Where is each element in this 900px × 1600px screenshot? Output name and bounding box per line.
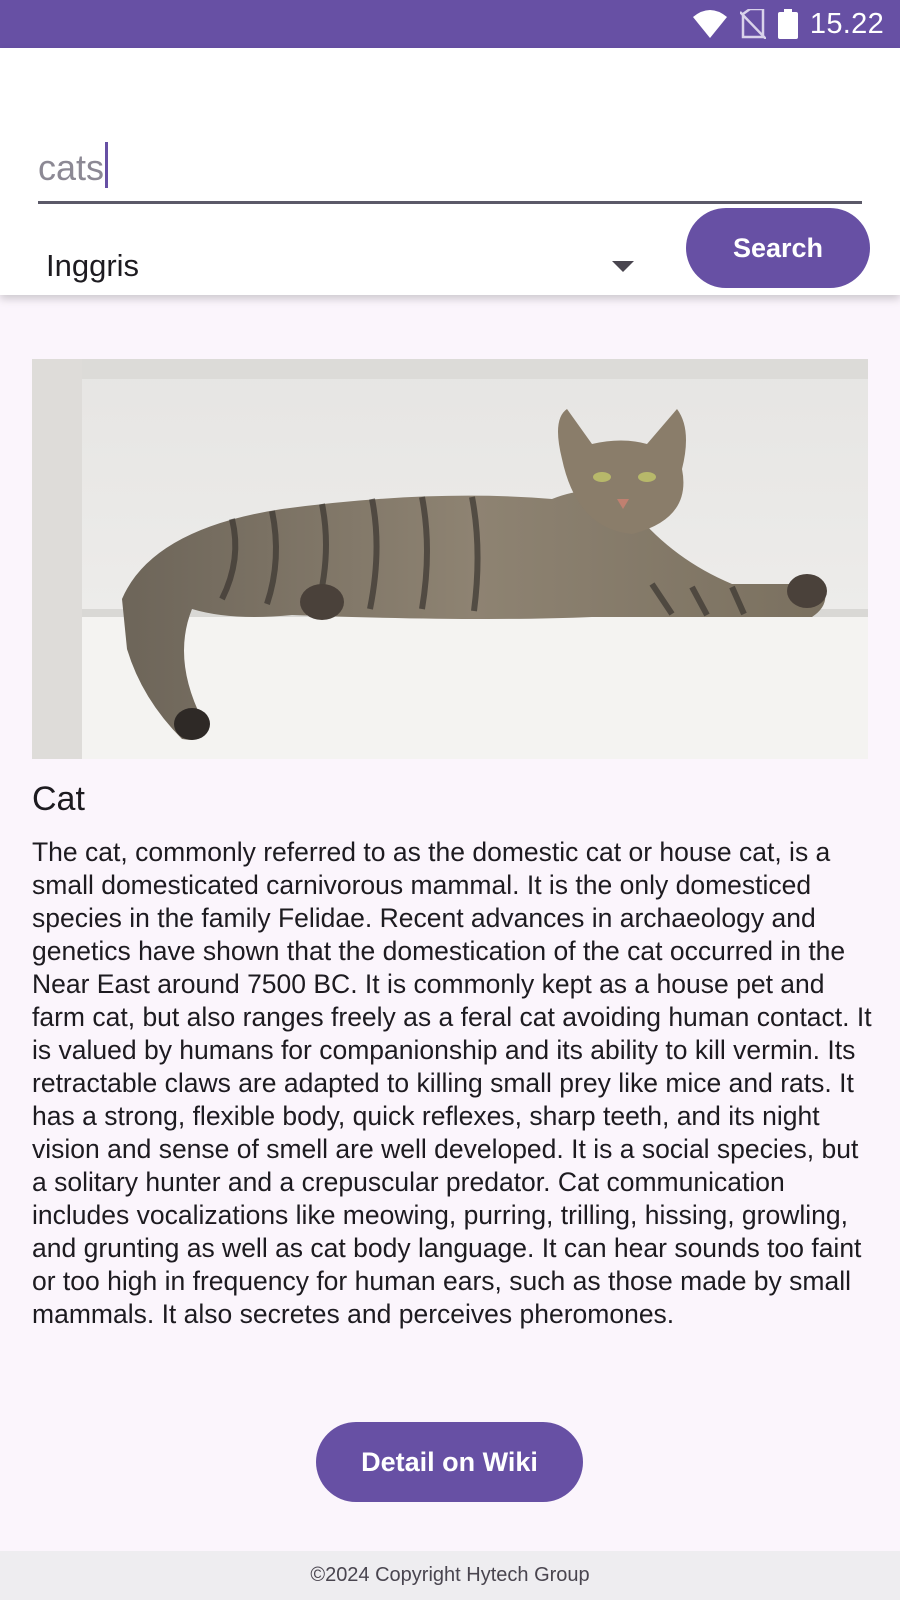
- search-button[interactable]: Search: [686, 208, 870, 288]
- copyright-text: ©2024 Copyright Hytech Group: [310, 1564, 590, 1586]
- status-bar: 15.22: [0, 0, 900, 48]
- no-sim-icon: [739, 9, 766, 39]
- detail-on-wiki-button[interactable]: Detail on Wiki: [316, 1422, 583, 1502]
- status-time: 15.22: [809, 7, 884, 40]
- article-image: [32, 359, 868, 759]
- article-title: Cat: [32, 780, 85, 818]
- text-caret: [105, 142, 109, 188]
- search-input[interactable]: cats: [38, 98, 862, 204]
- language-dropdown[interactable]: Inggris: [46, 226, 646, 306]
- search-input-value: cats: [38, 147, 105, 188]
- chevron-down-icon: [612, 260, 634, 272]
- search-panel: cats Inggris Search: [0, 48, 900, 295]
- article-body: The cat, commonly referred to as the dom…: [32, 837, 872, 1329]
- battery-icon: [777, 9, 798, 39]
- wifi-icon: [692, 9, 728, 39]
- language-dropdown-value: Inggris: [46, 248, 140, 283]
- cat-photo: [32, 359, 868, 759]
- footer: ©2024 Copyright Hytech Group: [0, 1551, 900, 1600]
